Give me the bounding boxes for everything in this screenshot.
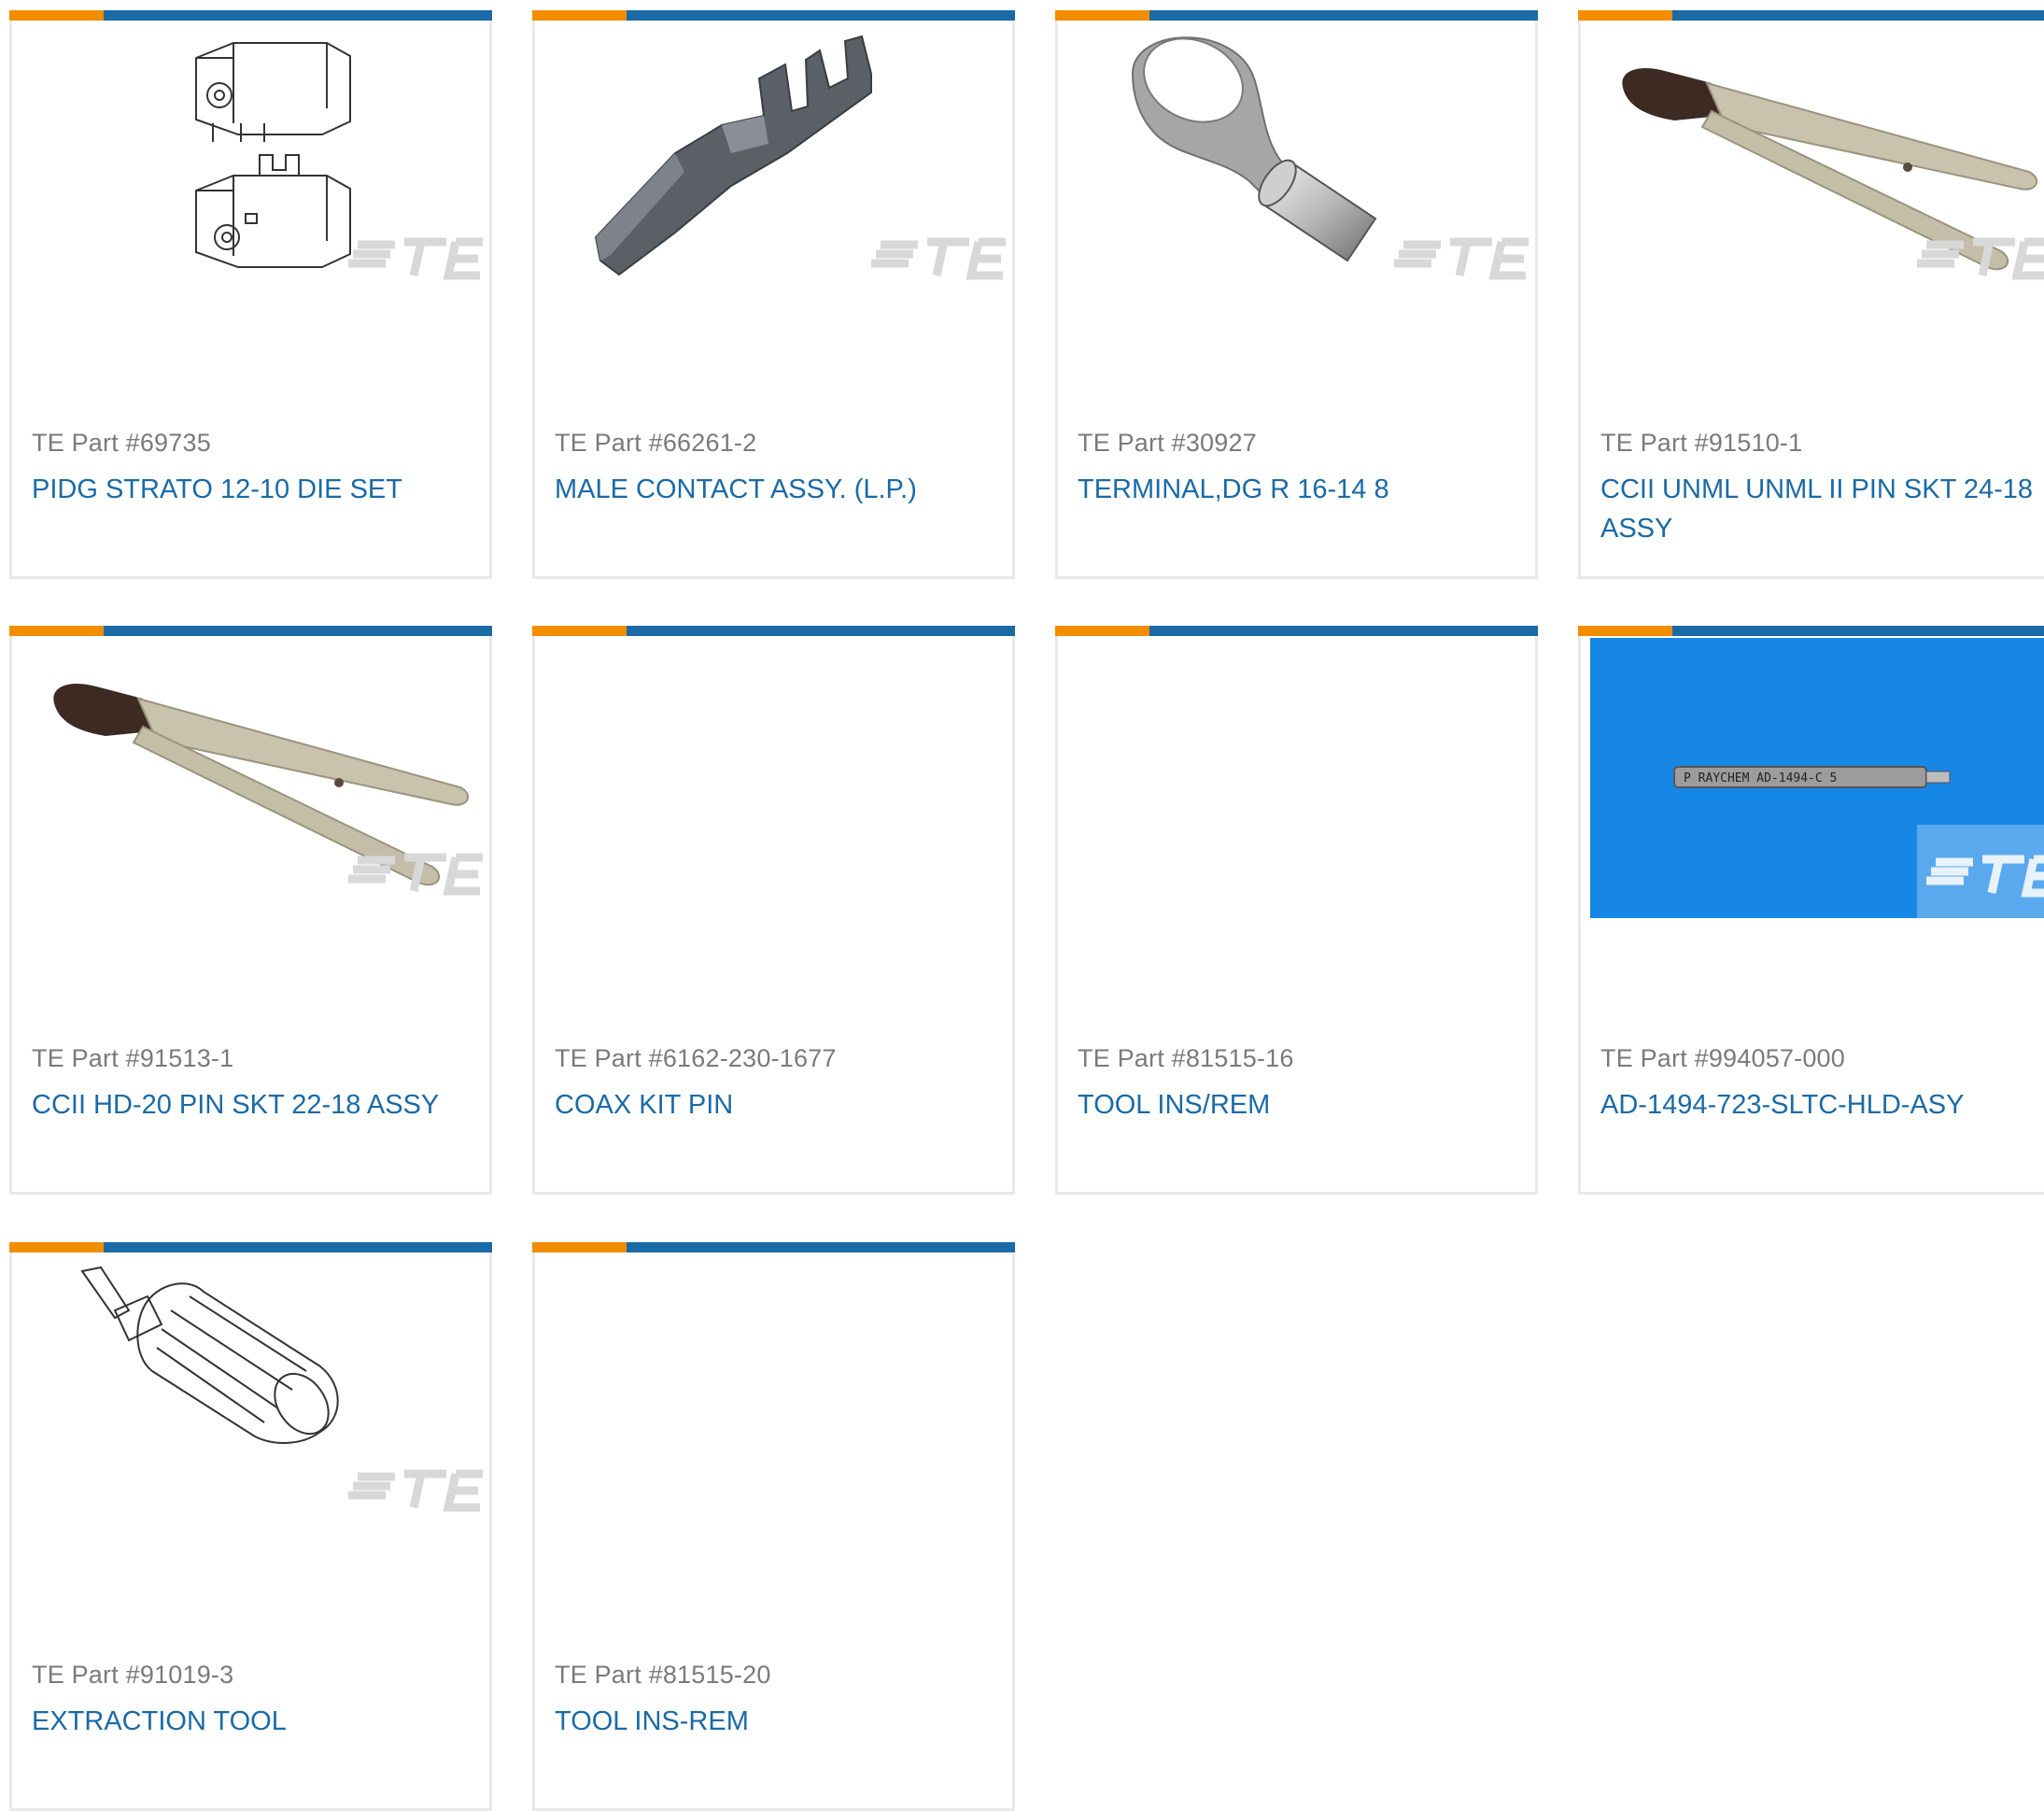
card-accent-bar: [1055, 10, 1538, 21]
product-title-link[interactable]: MALE CONTACT ASSY. (L.P.): [555, 470, 994, 509]
card-accent-bar: [1578, 10, 2044, 21]
part-number: TE Part #30927: [1078, 429, 1257, 457]
product-title-link[interactable]: COAX KIT PIN: [555, 1085, 994, 1125]
card-accent-bar: [532, 1242, 1015, 1252]
part-number: TE Part #81515-16: [1078, 1044, 1294, 1072]
te-watermark: [1394, 237, 1529, 280]
card-accent-bar: [1578, 626, 2044, 636]
product-card[interactable]: TE Part #6162-230-1677 COAX KIT PIN: [532, 626, 1015, 1195]
extraction-tool-drawing: [80, 1266, 483, 1512]
crimp-tool-photo: [1622, 68, 2044, 280]
part-number: TE Part #81515-20: [555, 1661, 771, 1689]
ring-terminal-render: [1131, 36, 1529, 280]
part-number: TE Part #66261-2: [555, 429, 757, 457]
part-number: TE Part #91510-1: [1600, 429, 1803, 457]
product-card[interactable]: TE Part #91510-1 CCII UNML UNML II PIN S…: [1578, 10, 2044, 579]
product-title-link[interactable]: EXTRACTION TOOL: [32, 1702, 471, 1741]
product-card[interactable]: TE Part #91513-1 CCII HD-20 PIN SKT 22-1…: [9, 626, 492, 1195]
product-image[interactable]: [1067, 22, 1529, 303]
card-accent-bar: [9, 626, 492, 636]
product-title-link[interactable]: TERMINAL,DG R 16-14 8: [1078, 470, 1516, 509]
product-title-link[interactable]: AD-1494-723-SLTC-HLD-ASY: [1600, 1085, 2039, 1125]
part-number: TE Part #91513-1: [32, 1044, 234, 1072]
product-image[interactable]: [21, 638, 483, 918]
product-image-empty: [1067, 638, 1529, 918]
product-title-link[interactable]: CCII HD-20 PIN SKT 22-18 ASSY: [32, 1085, 471, 1125]
product-card[interactable]: TE Part #91019-3 EXTRACTION TOOL: [9, 1242, 492, 1811]
te-watermark: [871, 237, 1006, 280]
product-image[interactable]: [544, 22, 1006, 303]
product-image-empty: [544, 638, 1006, 918]
part-number: TE Part #6162-230-1677: [555, 1044, 837, 1072]
product-title-link[interactable]: TOOL INS-REM: [555, 1702, 994, 1741]
card-accent-bar: [1055, 626, 1538, 636]
card-accent-bar: [532, 626, 1015, 636]
card-accent-bar: [9, 1242, 492, 1252]
te-watermark: [348, 237, 483, 280]
product-card[interactable]: TE Part #30927 TERMINAL,DG R 16-14 8: [1055, 10, 1538, 579]
part-number: TE Part #994057-000: [1600, 1044, 1845, 1072]
tool-on-blue-photo: P RAYCHEM AD-1494-C 5: [1590, 638, 2044, 918]
product-card[interactable]: TE Part #69735 PIDG STRATO 12-10 DIE SET: [9, 10, 492, 579]
product-card[interactable]: TE Part #81515-20 TOOL INS-REM: [532, 1242, 1015, 1811]
crimp-tool-photo: [53, 684, 483, 896]
product-image-empty: [544, 1254, 1006, 1535]
male-contact-render: [594, 35, 1006, 280]
product-card[interactable]: P RAYCHEM AD-1494-C 5 TE Part #994057-00…: [1578, 626, 2044, 1195]
product-title-link[interactable]: CCII UNML UNML II PIN SKT 24-18 ASSY: [1600, 470, 2039, 548]
part-number: TE Part #69735: [32, 429, 211, 457]
die-set-drawing: [195, 42, 483, 280]
part-number: TE Part #91019-3: [32, 1661, 234, 1689]
card-accent-bar: [9, 10, 492, 21]
product-grid: TE Part #69735 PIDG STRATO 12-10 DIE SET…: [0, 0, 2044, 1811]
product-title-link[interactable]: PIDG STRATO 12-10 DIE SET: [32, 470, 471, 509]
product-card[interactable]: TE Part #66261-2 MALE CONTACT ASSY. (L.P…: [532, 10, 1015, 579]
product-image[interactable]: [21, 22, 483, 303]
card-accent-bar: [532, 10, 1015, 21]
product-image[interactable]: [1590, 22, 2044, 303]
product-image[interactable]: [21, 1254, 483, 1535]
product-image[interactable]: P RAYCHEM AD-1494-C 5: [1590, 638, 2044, 918]
product-title-link[interactable]: TOOL INS/REM: [1078, 1085, 1516, 1125]
product-card[interactable]: TE Part #81515-16 TOOL INS/REM: [1055, 626, 1538, 1195]
tool-engraving: P RAYCHEM AD-1494-C 5: [1684, 771, 1837, 785]
te-watermark: [348, 1469, 483, 1512]
